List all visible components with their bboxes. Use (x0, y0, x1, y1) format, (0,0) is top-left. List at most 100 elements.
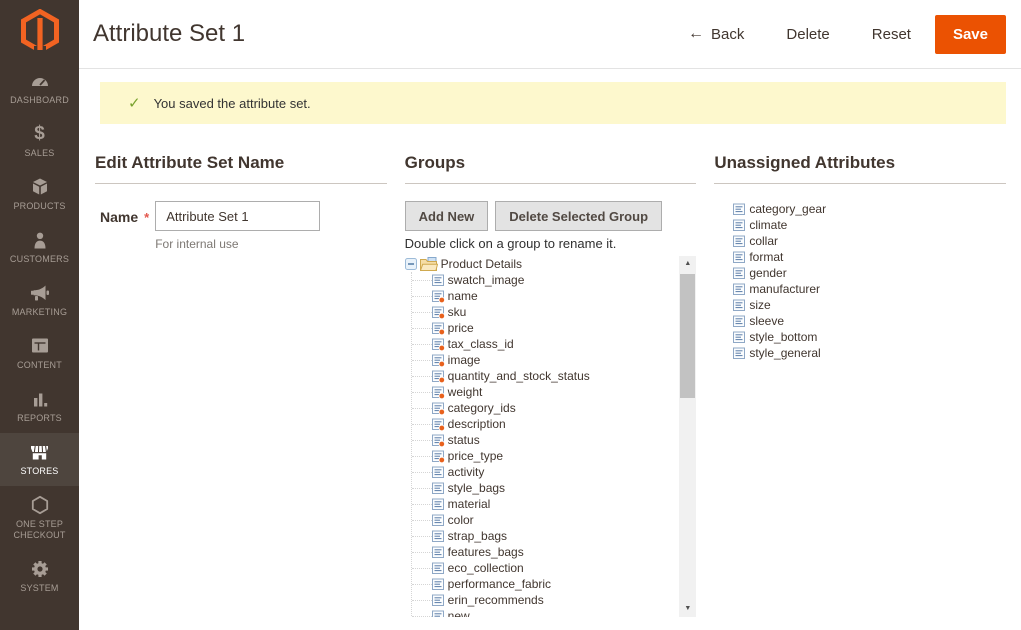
attribute-icon (431, 466, 445, 479)
delete-button[interactable]: Delete (786, 26, 829, 43)
tree-attribute-name[interactable]: name (411, 288, 680, 304)
tree-attribute-category_ids[interactable]: category_ids (411, 400, 680, 416)
sidebar-item-stores[interactable]: STORES (0, 433, 79, 486)
tree-attribute-description[interactable]: description (411, 416, 680, 432)
tree-attribute-color[interactable]: color (411, 512, 680, 528)
attribute-icon (733, 267, 746, 280)
system-icon (2, 558, 77, 580)
tree-attribute-activity[interactable]: activity (411, 464, 680, 480)
attribute-label: tax_class_id (447, 337, 514, 351)
products-icon (2, 176, 77, 198)
attribute-icon (733, 235, 746, 248)
scrollbar-down-arrow-icon[interactable]: ▼ (679, 601, 696, 617)
sidebar-item-content[interactable]: CONTENT (0, 327, 79, 380)
unassigned-attribute-gender[interactable]: gender (733, 265, 1006, 281)
back-button-label: Back (711, 25, 745, 43)
back-button[interactable]: ← Back (688, 25, 744, 43)
collapse-minus-icon[interactable] (404, 258, 417, 270)
sidebar-item-label: SYSTEM (20, 583, 59, 593)
content-icon (2, 335, 77, 357)
unassigned-attribute-style_general[interactable]: style_general (733, 345, 1006, 361)
delete-selected-group-button[interactable]: Delete Selected Group (495, 201, 663, 231)
unassigned-attribute-size[interactable]: size (733, 297, 1006, 313)
tree-attribute-sku[interactable]: sku (411, 304, 680, 320)
attribute-label: gender (749, 266, 787, 280)
tree-attribute-swatch_image[interactable]: swatch_image (411, 272, 680, 288)
scrollbar-track[interactable] (679, 272, 696, 601)
unassigned-attribute-collar[interactable]: collar (733, 233, 1006, 249)
attribute-icon (431, 530, 445, 543)
tree-attribute-tax_class_id[interactable]: tax_class_id (411, 336, 680, 352)
unassigned-attribute-sleeve[interactable]: sleeve (733, 313, 1006, 329)
sidebar-item-marketing[interactable]: MARKETING (0, 274, 79, 327)
attribute-icon-required (431, 450, 445, 463)
sidebar-item-customers[interactable]: CUSTOMERS (0, 221, 79, 274)
groups-hint: Double click on a group to rename it. (404, 236, 617, 251)
tree-attribute-style_bags[interactable]: style_bags (411, 480, 680, 496)
tree-attribute-new[interactable]: new (411, 608, 680, 617)
tree-attribute-quantity_and_stock_status[interactable]: quantity_and_stock_status (411, 368, 680, 384)
sidebar-item-sales[interactable]: $ SALES (0, 115, 79, 168)
tree-attribute-weight[interactable]: weight (411, 384, 680, 400)
success-message-banner: ✓ You saved the attribute set. (100, 82, 1006, 124)
tree-connector (411, 615, 432, 617)
add-new-group-button[interactable]: Add New (404, 201, 489, 231)
tree-attribute-eco_collection[interactable]: eco_collection (411, 560, 680, 576)
tree-connector (411, 343, 432, 345)
sidebar-item-reports[interactable]: REPORTS (0, 380, 79, 433)
reset-button[interactable]: Reset (872, 26, 911, 43)
tree-connector (411, 503, 432, 505)
main-area: Attribute Set 1 ← Back Delete Reset Save… (79, 0, 1021, 630)
page-header: Attribute Set 1 ← Back Delete Reset Save (79, 0, 1021, 69)
attribute-icon (431, 578, 445, 591)
tree-group-product-details[interactable]: Product Details (404, 256, 680, 272)
unassigned-attribute-manufacturer[interactable]: manufacturer (733, 281, 1006, 297)
unassigned-heading: Unassigned Attributes (714, 153, 1007, 184)
attribute-label: quantity_and_stock_status (447, 369, 590, 383)
attribute-icon (431, 610, 445, 617)
scrollbar-up-arrow-icon[interactable]: ▲ (679, 256, 696, 272)
tree-attribute-strap_bags[interactable]: strap_bags (411, 528, 680, 544)
attribute-label: style_bottom (749, 330, 818, 344)
sales-icon: $ (34, 123, 45, 144)
attribute-label: name (447, 289, 478, 303)
attribute-label: performance_fabric (447, 577, 552, 591)
success-check-icon: ✓ (128, 95, 141, 112)
tree-attribute-image[interactable]: image (411, 352, 680, 368)
tree-attribute-erin_recommends[interactable]: erin_recommends (411, 592, 680, 608)
stores-icon (2, 441, 77, 463)
tree-attribute-features_bags[interactable]: features_bags (411, 544, 680, 560)
name-field-helper: For internal use (155, 237, 239, 251)
magento-logo[interactable] (0, 0, 79, 62)
sidebar-item-dashboard[interactable]: DASHBOARD (0, 62, 79, 115)
sidebar-item-one-step-checkout[interactable]: ONE STEP CHECKOUT (0, 486, 79, 550)
unassigned-attribute-format[interactable]: format (733, 249, 1006, 265)
sidebar-item-system[interactable]: SYSTEM (0, 550, 79, 603)
attribute-icon (431, 498, 445, 511)
tree-attribute-price[interactable]: price (411, 320, 680, 336)
unassigned-attribute-category_gear[interactable]: category_gear (733, 201, 1006, 217)
tree-connector (411, 567, 432, 569)
attribute-icon (431, 274, 445, 287)
unassigned-attribute-climate[interactable]: climate (733, 217, 1006, 233)
tree-scrollbar[interactable]: ▲ ▼ (679, 256, 697, 617)
attribute-label: category_ids (447, 401, 516, 415)
attribute-label: collar (749, 234, 779, 248)
groups-tree-container: Product Details swatch_image name sku price… (404, 256, 697, 617)
tree-attribute-material[interactable]: material (411, 496, 680, 512)
attribute-icon-required (431, 338, 445, 351)
save-button[interactable]: Save (934, 14, 1006, 54)
sidebar-item-products[interactable]: PRODUCTS (0, 168, 79, 221)
attribute-set-name-input[interactable] (155, 201, 321, 231)
unassigned-attribute-style_bottom[interactable]: style_bottom (733, 329, 1006, 345)
tree-attribute-status[interactable]: status (411, 432, 680, 448)
tree-connector (411, 599, 432, 601)
attribute-icon (733, 347, 746, 360)
name-field-label: Name * (100, 209, 150, 225)
attribute-icon-required (431, 354, 445, 367)
tree-attribute-performance_fabric[interactable]: performance_fabric (411, 576, 680, 592)
required-asterisk: * (144, 210, 150, 225)
attribute-icon-required (431, 418, 445, 431)
tree-attribute-price_type[interactable]: price_type (411, 448, 680, 464)
scrollbar-thumb[interactable] (680, 274, 696, 398)
